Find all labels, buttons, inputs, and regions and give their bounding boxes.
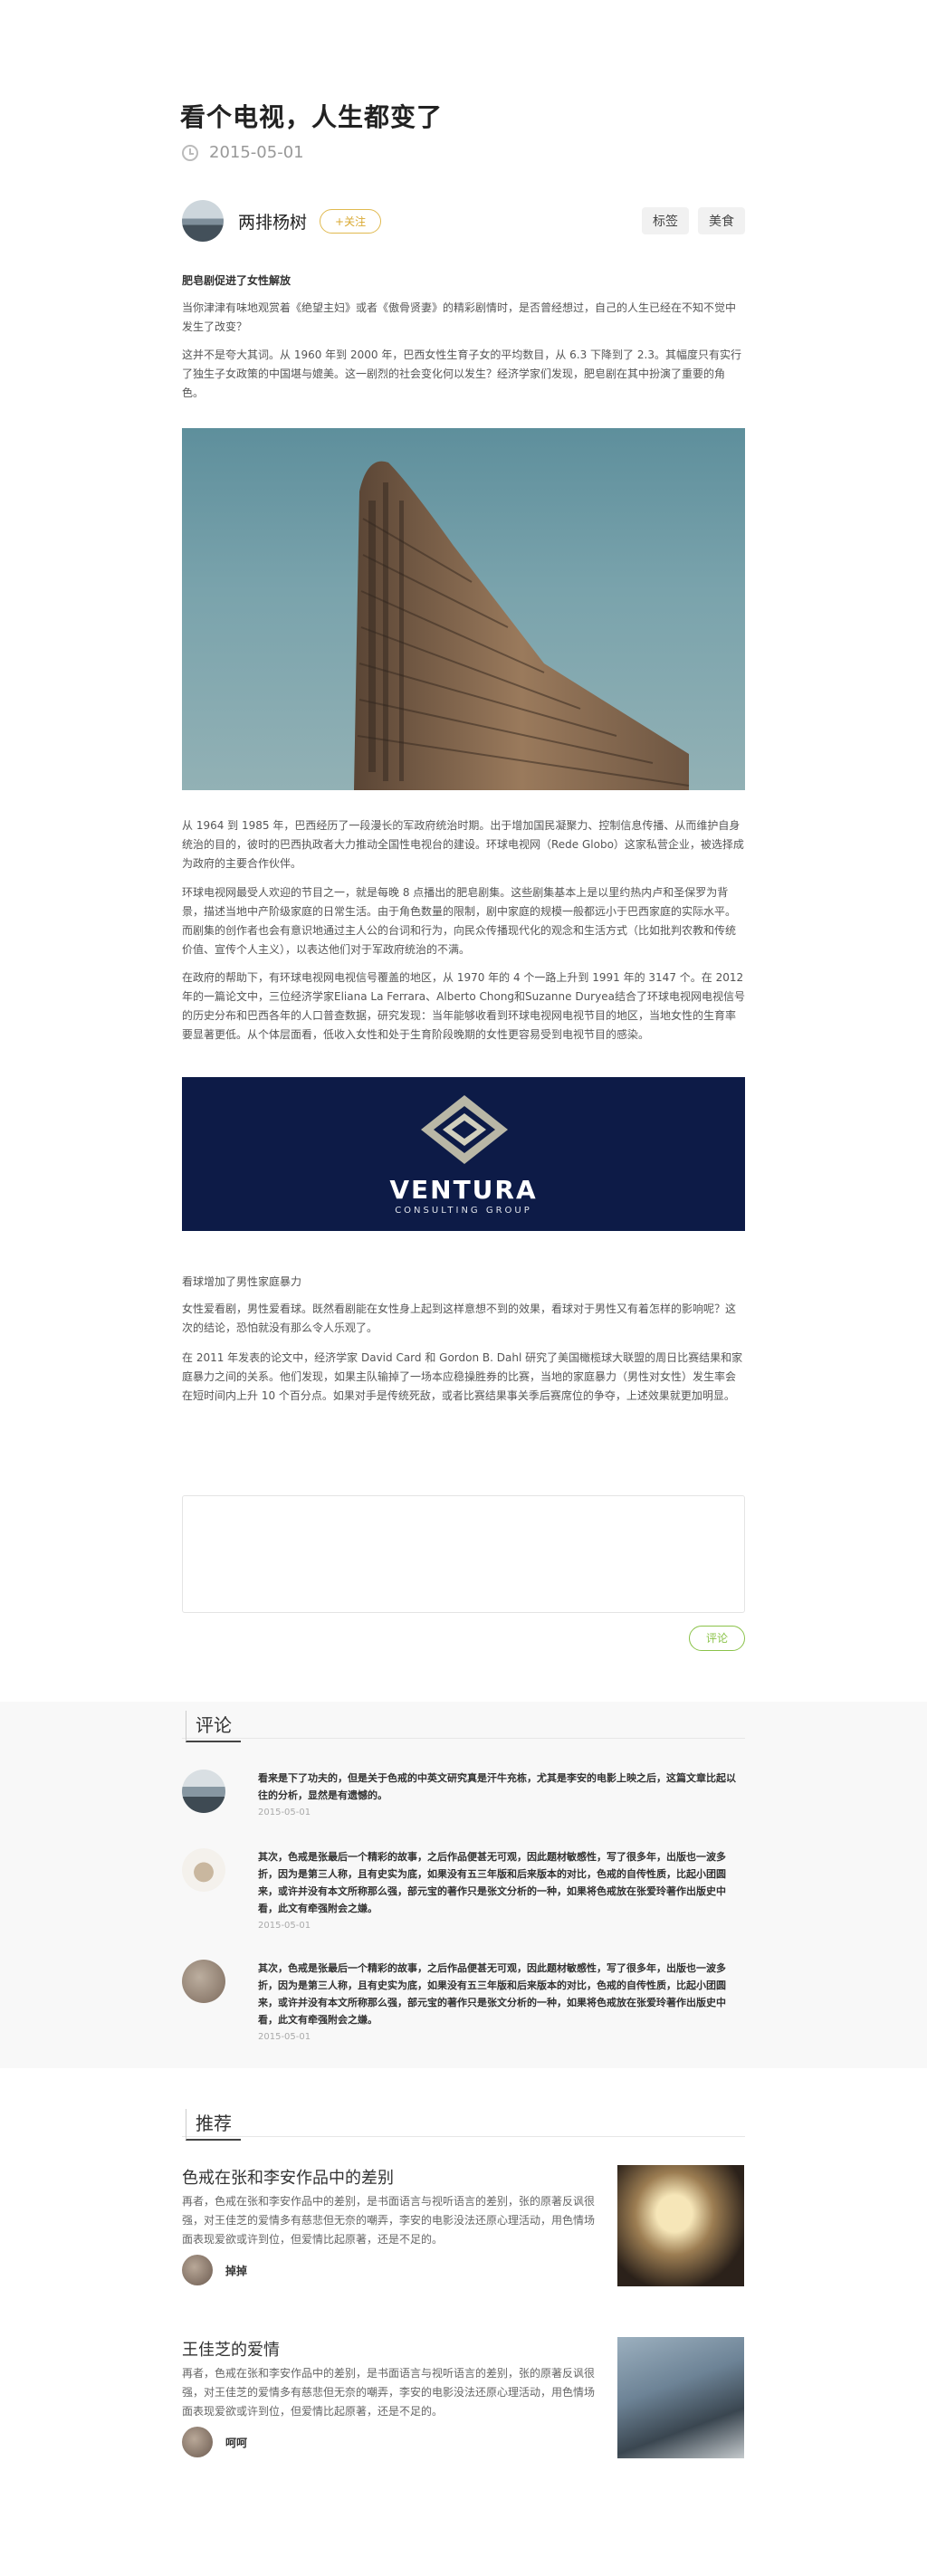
recommend-author[interactable]: 呵呵	[182, 2427, 247, 2457]
section-heading: 看球增加了男性家庭暴力	[182, 1275, 302, 1288]
recommend-heading: 推荐	[182, 2109, 745, 2141]
article-title: 看个电视，人生都变了	[180, 102, 444, 132]
article-meta: 2015-05-01	[182, 143, 304, 162]
recommend-excerpt: 再者，色戒在张和李安作品中的差别，是书面语言与视听语言的差别，张的原著反讽很强，…	[182, 2195, 596, 2246]
comment-textarea[interactable]	[182, 1495, 745, 1613]
comment-date: 2015-05-01	[258, 1921, 311, 1931]
paragraph: 从 1964 到 1985 年，巴西经历了一段漫长的军政府统治时期。出于增加国民…	[182, 819, 744, 870]
section-heading: 肥皂剧促进了女性解放	[182, 274, 291, 287]
ventura-logo-icon	[421, 1095, 508, 1164]
commenter-avatar[interactable]	[182, 1848, 225, 1892]
author-bar: 两排杨树 +关注 标签 美食	[182, 199, 745, 243]
ventura-brand: VENTURA	[389, 1175, 538, 1205]
comment-submit-button[interactable]: 评论	[689, 1626, 745, 1651]
commenter-avatar[interactable]	[182, 1770, 225, 1813]
author-avatar[interactable]	[182, 200, 224, 242]
follow-button[interactable]: +关注	[320, 208, 382, 234]
tag-item[interactable]: 美食	[698, 207, 745, 234]
paragraph: 这并不是夸大其词。从 1960 年到 2000 年，巴西女性生育子女的平均数目，…	[182, 348, 741, 399]
comment-text: 看来是下了功夫的，但是关于色戒的中英文研究真是汗牛充栋，尤其是李安的电影上映之后…	[258, 1772, 736, 1801]
paragraph: 在政府的帮助下，有环球电视网电视信号覆盖的地区，从 1970 年的 4 个一路上…	[182, 971, 745, 1041]
comments-heading: 评论	[182, 1711, 745, 1742]
recommend-excerpt: 再者，色戒在张和李安作品中的差别，是书面语言与视听语言的差别，张的原著反讽很强，…	[182, 2367, 596, 2418]
paragraph: 女性爱看剧，男性爱看球。既然看剧能在女性身上起到这样意想不到的效果，看球对于男性…	[182, 1302, 737, 1334]
recommend-author-avatar	[182, 2427, 213, 2457]
paragraph: 在 2011 年发表的论文中，经济学家 David Card 和 Gordon …	[182, 1351, 743, 1402]
tag-list: 标签 美食	[642, 207, 745, 234]
clock-icon	[182, 144, 198, 161]
paragraph: 环球电视网最受人欢迎的节目之一，就是每晚 8 点播出的肥皂剧集。这些剧集基本上是…	[182, 886, 737, 956]
tag-item[interactable]: 标签	[642, 207, 689, 234]
recommend-author[interactable]: 掉掉	[182, 2255, 247, 2285]
ventura-ad-banner[interactable]: VENTURA CONSULTING GROUP	[182, 1077, 745, 1231]
recommend-title[interactable]: 王佳芝的爱情	[182, 2337, 280, 2361]
article-date: 2015-05-01	[209, 143, 304, 162]
commenter-avatar[interactable]	[182, 1960, 225, 2003]
comments-section: 评论 看来是下了功夫的，但是关于色戒的中英文研究真是汗牛充栋，尤其是李安的电影上…	[0, 1702, 927, 2068]
recommend-thumbnail[interactable]	[617, 2165, 744, 2286]
recommend-thumbnail[interactable]	[617, 2337, 744, 2458]
recommend-author-avatar	[182, 2255, 213, 2285]
comment-text: 其次，色戒是张最后一个精彩的故事，之后作品便甚无可观，因此题材敏感性，写了很多年…	[258, 1851, 726, 1914]
comment-date: 2015-05-01	[258, 2032, 311, 2042]
ventura-tagline: CONSULTING GROUP	[395, 1206, 532, 1216]
comment-text: 其次，色戒是张最后一个精彩的故事，之后作品便甚无可观，因此题材敏感性，写了很多年…	[258, 1962, 726, 2026]
comment-date: 2015-05-01	[258, 1808, 311, 1818]
author-name[interactable]: 两排杨树	[238, 209, 307, 234]
building-photo	[182, 428, 745, 790]
paragraph: 当你津津有味地观赏着《绝望主妇》或者《傲骨贤妻》的精彩剧情时，是否曾经想过，自己…	[182, 301, 737, 333]
recommend-title[interactable]: 色戒在张和李安作品中的差别	[182, 2165, 394, 2189]
